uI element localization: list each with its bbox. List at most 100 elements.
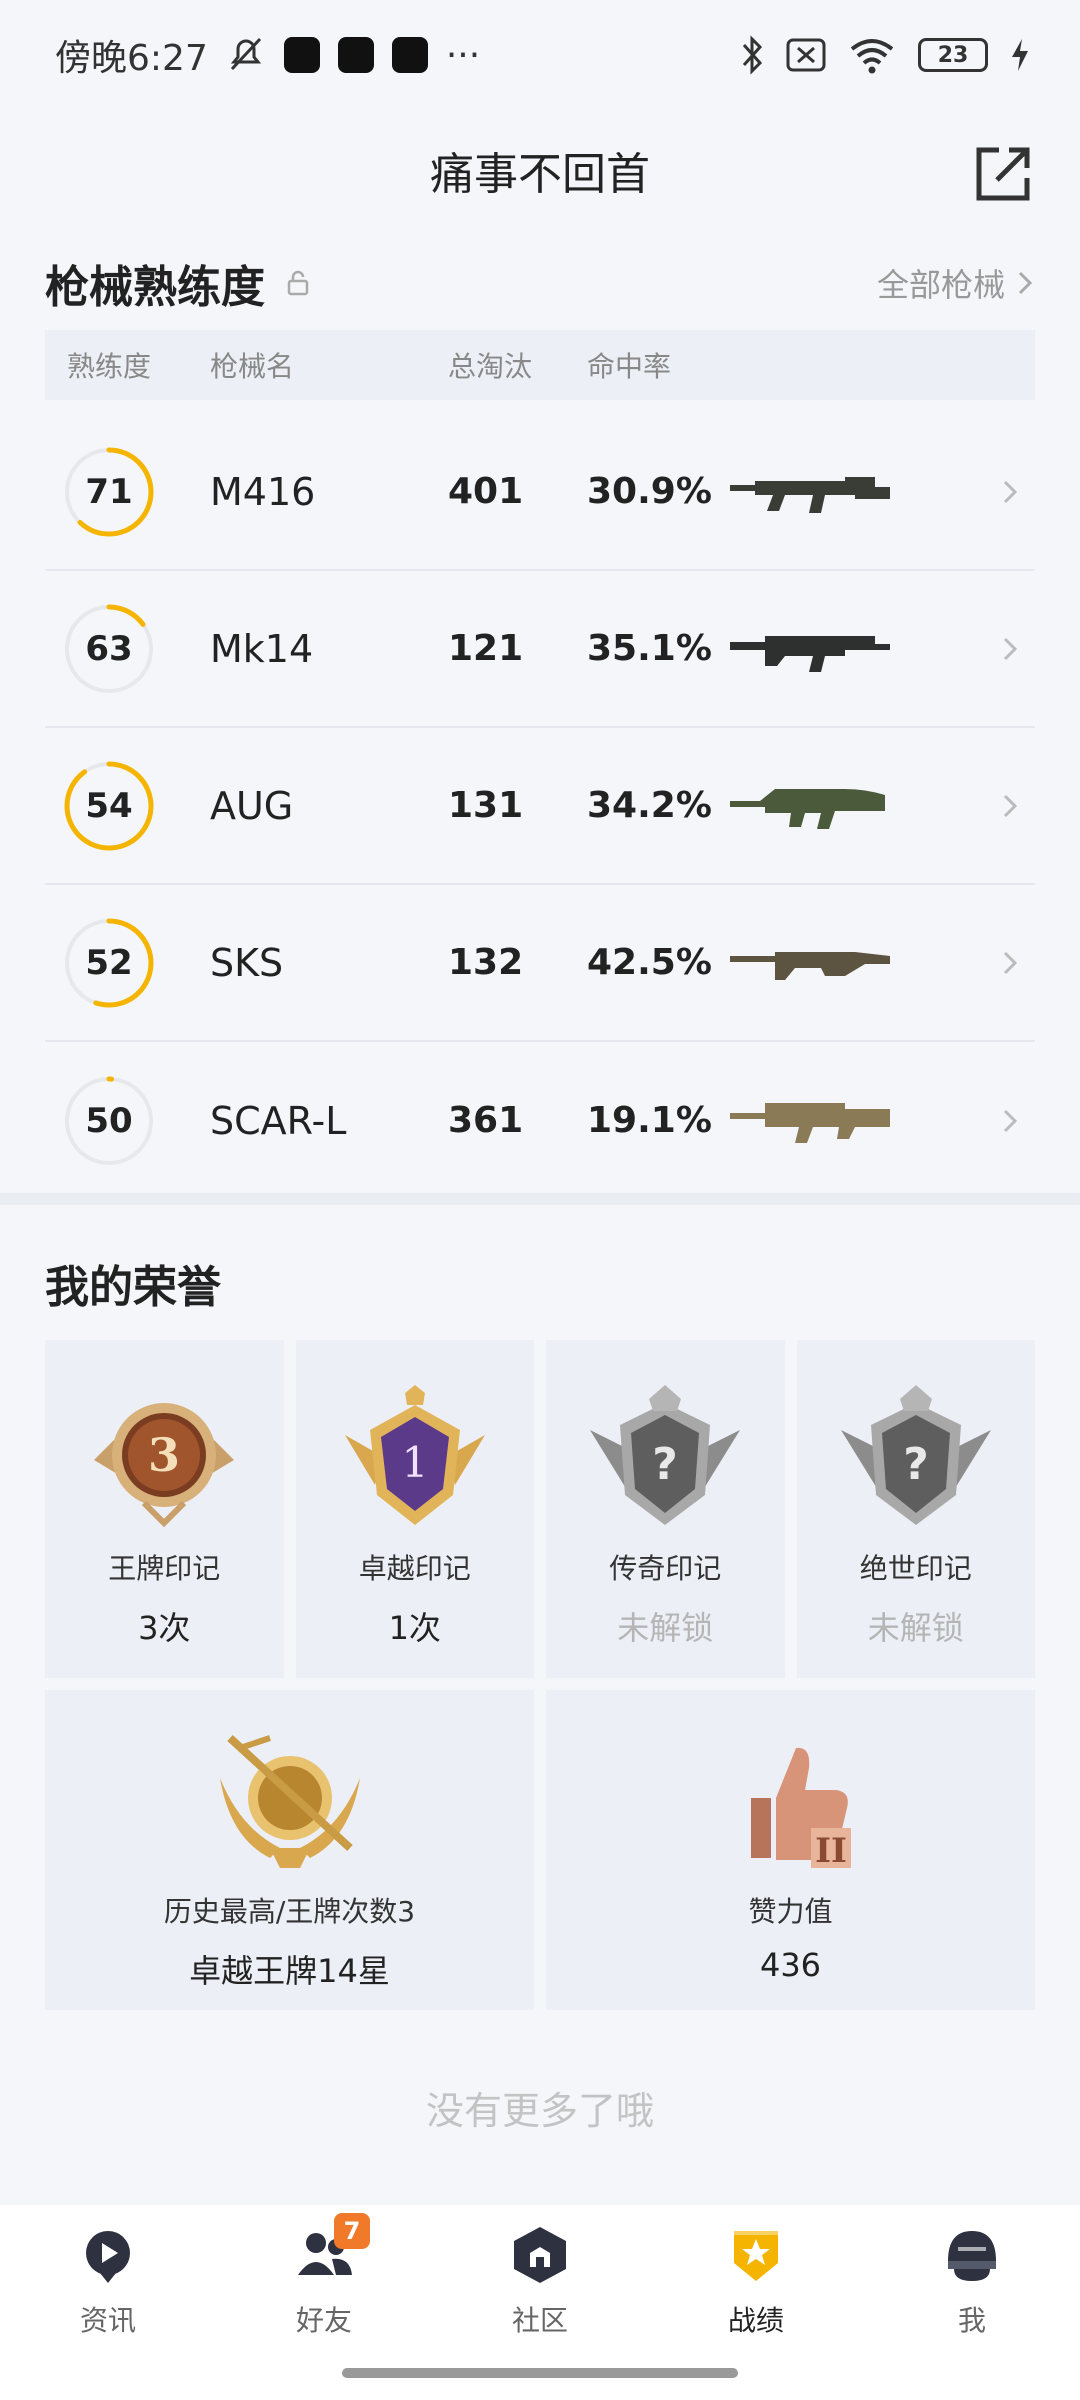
all-weapons-link[interactable]: 全部枪械 <box>877 260 1035 306</box>
col-mastery: 熟练度 <box>67 350 152 383</box>
honor-label: 赞力值 <box>748 1895 833 1928</box>
weapon-name: M416 <box>210 469 316 514</box>
svg-text:II: II <box>815 1831 847 1871</box>
weapon-row[interactable]: 71 M416 401 30.9% <box>45 414 1035 571</box>
chevron-right-icon <box>1003 951 1018 974</box>
weapon-name: SCAR-L <box>210 1098 347 1143</box>
status-time: 傍晚6:27 <box>55 38 208 79</box>
honors-header: 我的荣誉 <box>45 1248 1035 1318</box>
sim-off-icon <box>786 38 826 72</box>
bottom-nav: 资讯 7 好友 社区 战绩 我 <box>0 2205 1080 2400</box>
chevron-right-icon <box>1003 794 1018 817</box>
page-title: 痛事不回首 <box>430 149 650 200</box>
honor-value: 卓越王牌14星 <box>189 1952 390 1990</box>
honor-label: 传奇印记 <box>609 1552 722 1585</box>
weapon-row[interactable]: 50 SCAR-L 361 19.1% <box>45 1042 1035 1199</box>
weapon-accuracy: 34.2% <box>587 785 712 826</box>
app-notification-icon <box>283 37 320 73</box>
weapon-kills: 121 <box>448 628 524 669</box>
weapon-mastery-header: 枪械熟练度 全部枪械 <box>45 248 1035 318</box>
battery-indicator: 23 <box>918 38 988 72</box>
legend-mark-icon: ? <box>590 1385 741 1525</box>
weapon-row[interactable]: 52 SKS 132 42.5% <box>45 885 1035 1042</box>
weapon-name: AUG <box>210 783 294 828</box>
status-bar: 傍晚6:27 ··· 23 <box>0 0 1080 110</box>
weapon-accuracy: 30.9% <box>587 471 712 512</box>
section-divider <box>0 1193 1080 1205</box>
more-icon: ··· <box>445 34 481 76</box>
weapon-kills: 131 <box>448 785 524 826</box>
honor-card-excellence[interactable]: 1 卓越印记 1次 <box>295 1340 534 1678</box>
highest-rank-icon <box>219 1735 360 1868</box>
app-notification-icon-2 <box>391 37 428 73</box>
honor-value: 3次 <box>138 1609 191 1647</box>
mastery-level: 71 <box>85 471 133 512</box>
honor-card-legend[interactable]: ? 传奇印记 未解锁 <box>546 1340 785 1678</box>
svg-text:1: 1 <box>401 1438 428 1487</box>
col-name: 枪械名 <box>210 350 295 383</box>
weapon-mastery-title: 枪械熟练度 <box>45 262 265 313</box>
header: 痛事不回首 <box>0 110 1080 230</box>
mastery-level: 52 <box>85 942 133 983</box>
chevron-right-icon <box>1018 271 1033 295</box>
weapon-accuracy: 35.1% <box>587 628 712 669</box>
nav-label: 我 <box>957 2304 986 2337</box>
weapon-image-icon <box>730 1103 890 1143</box>
weapon-row[interactable]: 63 Mk14 121 35.1% <box>45 571 1035 728</box>
nav-item-profile[interactable]: 我 <box>864 2205 1080 2400</box>
share-icon[interactable] <box>971 142 1035 206</box>
honor-card-effort[interactable]: II 赞力值 436 <box>546 1690 1035 2010</box>
honor-label: 王牌印记 <box>108 1552 221 1585</box>
nav-label: 好友 <box>295 2304 352 2337</box>
honor-card-highest-rank[interactable]: 历史最高/王牌次数3 卓越王牌14星 <box>45 1690 534 2010</box>
honor-value: 436 <box>759 1946 822 1984</box>
peerless-mark-icon: ? <box>840 1385 991 1525</box>
mastery-level: 54 <box>85 785 133 826</box>
mastery-level: 63 <box>85 628 133 669</box>
weapon-row[interactable]: 54 AUG 131 34.2% <box>45 728 1035 885</box>
weapon-image-icon <box>730 636 890 672</box>
weapon-table-header: 熟练度 枪械名 总淘汰 命中率 <box>45 330 1035 400</box>
col-accuracy: 命中率 <box>587 350 672 383</box>
weapon-image-icon <box>730 477 890 513</box>
weapon-accuracy: 19.1% <box>587 1100 712 1141</box>
chevron-right-icon <box>1003 1109 1018 1132</box>
shield-notification-icon <box>337 37 374 73</box>
community-icon <box>514 2227 566 2283</box>
nav-label: 战绩 <box>727 2304 784 2337</box>
home-indicator[interactable] <box>342 2368 738 2378</box>
nav-item-news[interactable]: 资讯 <box>0 2205 216 2400</box>
mastery-level: 50 <box>85 1100 133 1141</box>
all-weapons-label: 全部枪械 <box>876 266 1005 304</box>
excellence-mark-icon: 1 <box>344 1385 485 1525</box>
bluetooth-icon <box>742 35 763 75</box>
lock-icon <box>287 270 309 296</box>
chevron-right-icon <box>1003 480 1018 503</box>
end-of-list-text: 没有更多了哦 <box>425 2089 654 2133</box>
weapon-name: Mk14 <box>210 626 314 671</box>
svg-text:?: ? <box>903 1439 929 1490</box>
weapon-image-icon <box>730 789 885 829</box>
thumbs-up-icon: II <box>750 1747 851 1871</box>
battery-level: 23 <box>937 42 969 68</box>
honor-label: 卓越印记 <box>358 1552 471 1585</box>
weapon-list: 71 M416 401 30.9% 63 Mk14 121 35.1% 54 A… <box>45 414 1035 1199</box>
nav-label: 资讯 <box>79 2304 136 2337</box>
notification-badge: 7 <box>334 2213 370 2249</box>
honor-label: 绝世印记 <box>859 1552 972 1585</box>
col-kills: 总淘汰 <box>448 350 533 383</box>
mute-icon <box>230 37 261 71</box>
weapon-kills: 361 <box>448 1100 524 1141</box>
honors-title: 我的荣誉 <box>45 1262 221 1313</box>
chevron-right-icon <box>1003 637 1018 660</box>
nav-label: 社区 <box>511 2304 568 2337</box>
news-icon <box>86 2231 130 2283</box>
honor-value: 未解锁 <box>617 1609 714 1647</box>
honor-card-ace[interactable]: 3 王牌印记 3次 <box>45 1340 284 1678</box>
svg-text:3: 3 <box>148 1428 180 1482</box>
charging-icon <box>1012 39 1028 71</box>
honor-card-peerless[interactable]: ? 绝世印记 未解锁 <box>796 1340 1035 1678</box>
weapon-kills: 132 <box>448 942 524 983</box>
honor-label: 历史最高/王牌次数3 <box>163 1895 416 1928</box>
honors-grid: 3 王牌印记 3次 1 卓越印记 1次 ? 传奇印记 未解锁 ? 绝世印记 未解… <box>45 1340 1035 2010</box>
